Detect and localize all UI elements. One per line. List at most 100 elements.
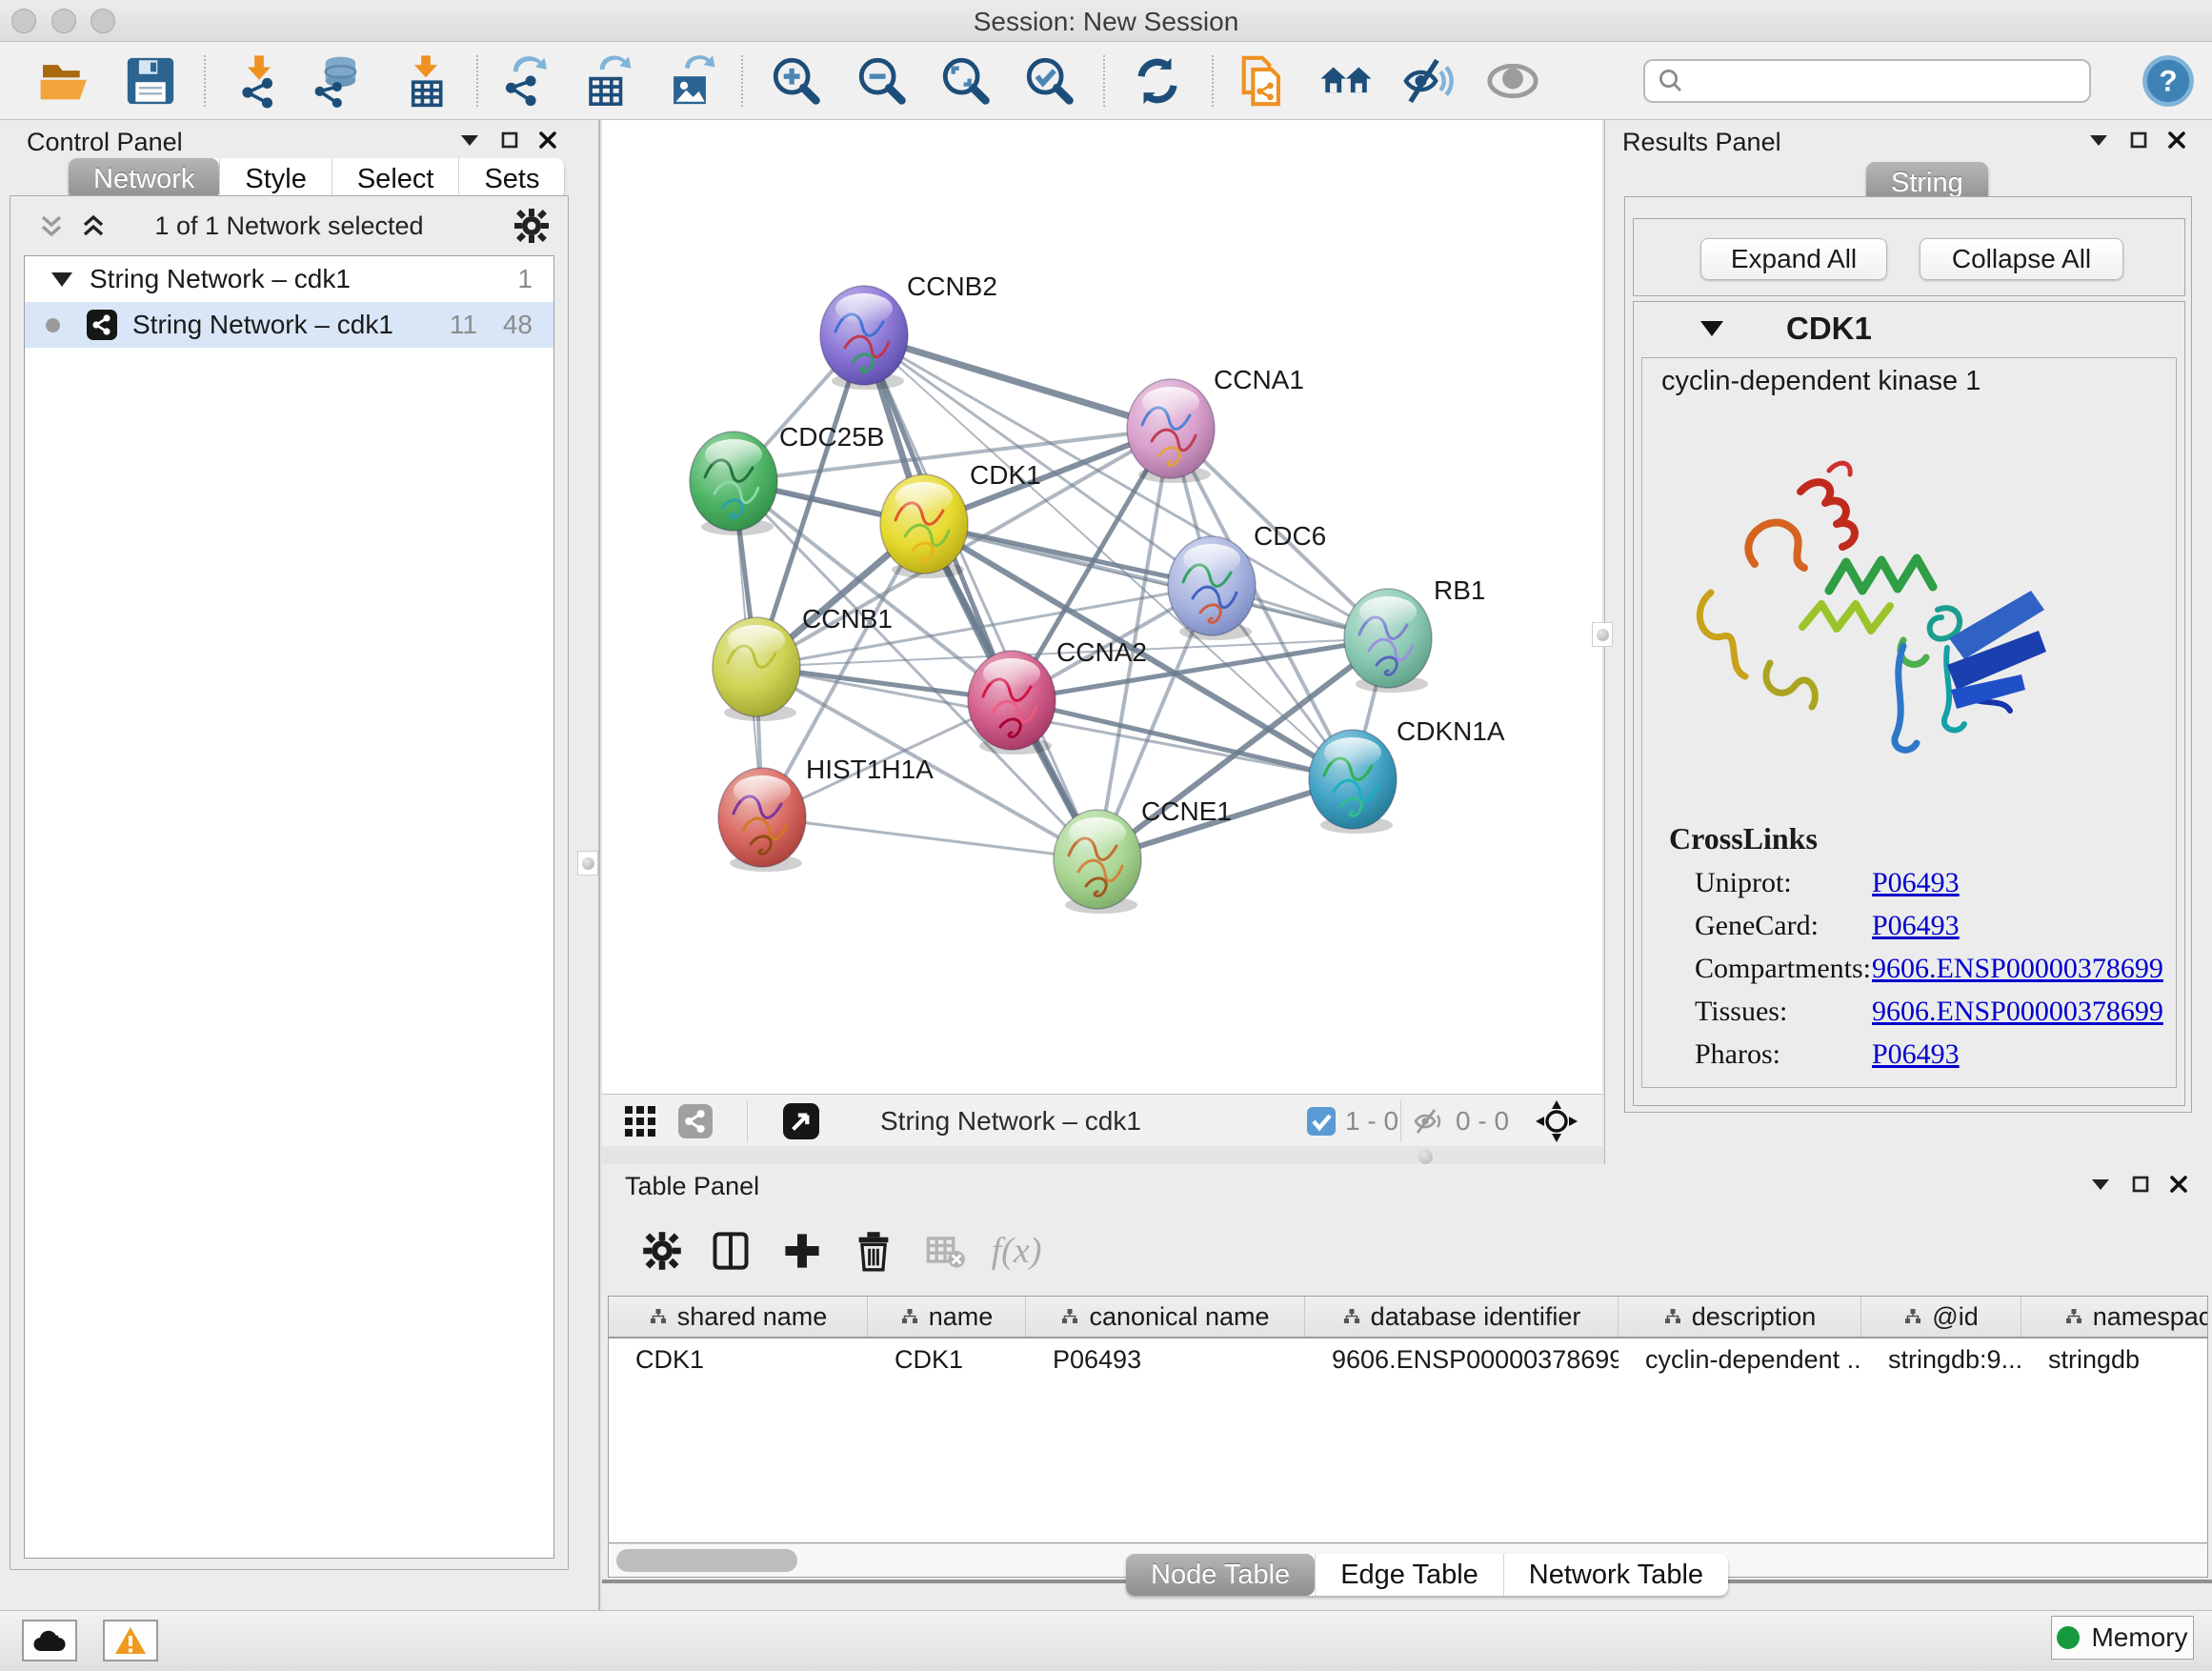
column-header-namespace[interactable]: namespace (2021, 1297, 2208, 1337)
network-row-selected[interactable]: String Network – cdk1 11 48 (25, 302, 553, 348)
tab-network-table[interactable]: Network Table (1503, 1554, 1728, 1596)
crosslink-link[interactable]: 9606.ENSP00000378699 (1872, 953, 2163, 985)
edge-CCNA2-CDKN1A[interactable] (1012, 700, 1353, 779)
hide-unhide-eye-slash-icon[interactable] (1400, 52, 1458, 110)
network-node-CCNE1[interactable] (1054, 810, 1141, 914)
search-input[interactable] (1685, 66, 2066, 97)
table-cell[interactable]: CDK1 (609, 1340, 868, 1379)
open-in-string-icon[interactable] (1234, 52, 1291, 110)
column-header-name[interactable]: name (868, 1297, 1026, 1337)
network-node-HIST1H1A[interactable] (718, 768, 806, 872)
table-cell[interactable]: cyclin-dependent ... (1619, 1340, 1861, 1379)
memory-status-dot-icon (2057, 1626, 2080, 1649)
fit-selected-crosshair-icon[interactable] (1536, 1102, 1578, 1140)
column-header--id[interactable]: @id (1861, 1297, 2021, 1337)
open-session-icon[interactable] (36, 52, 93, 110)
gene-section-header[interactable]: CDK1 (1634, 302, 2184, 355)
tab-edge-table[interactable]: Edge Table (1315, 1554, 1503, 1596)
network-canvas[interactable]: CCNB2CCNA1CDC25BCDK1CDC6RB1CCNB1CCNA2CDK… (602, 120, 1602, 1094)
grid-view-icon[interactable] (623, 1102, 657, 1140)
results-panel-menu-caret-icon[interactable] (2088, 132, 2109, 148)
import-network-database-icon[interactable] (310, 52, 367, 110)
node-label-CDC25B: CDC25B (779, 422, 884, 452)
right-splitter-handle[interactable] (1592, 622, 1613, 647)
edge-CCNE1-HIST1H1A[interactable] (762, 817, 1097, 859)
column-header-canonical-name[interactable]: canonical name (1026, 1297, 1305, 1337)
import-network-file-icon[interactable] (231, 52, 288, 110)
export-table-icon[interactable] (578, 52, 635, 110)
table-cell[interactable]: 9606.ENSP00000378699 (1305, 1340, 1619, 1379)
column-header-shared-name[interactable]: shared name (609, 1297, 868, 1337)
network-node-RB1[interactable] (1344, 589, 1432, 693)
crosslink-link[interactable]: P06493 (1872, 1038, 1960, 1071)
network-node-CCNB2[interactable] (820, 286, 908, 390)
scrollbar-thumb[interactable] (616, 1549, 797, 1572)
network-options-gear-icon[interactable] (513, 207, 551, 245)
results-panel-close-icon[interactable] (2168, 131, 2185, 149)
node-table[interactable]: shared namenamecanonical namedatabase id… (608, 1296, 2208, 1543)
zoom-fit-icon[interactable] (937, 52, 995, 110)
bottom-splitter-handle[interactable] (1418, 1150, 1433, 1164)
network-node-CCNB1[interactable] (713, 617, 800, 721)
control-panel-menu-caret-icon[interactable] (459, 132, 480, 148)
collapse-all-button[interactable]: Collapse All (1920, 238, 2123, 280)
zoom-out-icon[interactable] (854, 52, 911, 110)
show-all-gray-eye-icon[interactable] (1484, 52, 1541, 110)
crosslink-link[interactable]: P06493 (1872, 867, 1960, 899)
zoom-selected-icon[interactable] (1021, 52, 1078, 110)
crosslink-link[interactable]: P06493 (1872, 910, 1960, 942)
tab-sets[interactable]: Sets (458, 158, 564, 200)
help-icon[interactable]: ? (2140, 52, 2197, 110)
birds-eye-view-icon[interactable] (783, 1102, 819, 1140)
show-columns-icon[interactable] (705, 1225, 756, 1277)
results-panel-float-icon[interactable] (2130, 131, 2147, 149)
column-header-description[interactable]: description (1619, 1297, 1861, 1337)
gene-expand-caret-icon[interactable] (1700, 321, 1723, 336)
tab-node-table[interactable]: Node Table (1126, 1554, 1315, 1596)
node-label-CDK1: CDK1 (970, 460, 1041, 490)
crosslink-link[interactable]: 9606.ENSP00000378699 (1872, 996, 2163, 1028)
tab-style[interactable]: Style (219, 158, 331, 200)
delete-column-trash-icon[interactable] (848, 1225, 899, 1277)
table-cell[interactable]: stringdb (2021, 1340, 2208, 1379)
results-panel-title: Results Panel (1622, 128, 1781, 160)
table-panel-float-icon[interactable] (2132, 1176, 2149, 1193)
edge-CCNB2-CCNA1[interactable] (864, 335, 1171, 429)
refresh-icon[interactable] (1129, 52, 1186, 110)
cloud-status-button[interactable] (22, 1620, 77, 1661)
table-cell[interactable]: P06493 (1026, 1340, 1305, 1379)
add-column-plus-icon[interactable] (776, 1225, 828, 1277)
expand-all-button[interactable]: Expand All (1700, 238, 1887, 280)
control-panel-float-icon[interactable] (501, 131, 518, 149)
network-collection-row[interactable]: String Network – cdk1 1 (25, 256, 553, 302)
export-image-icon[interactable] (661, 52, 718, 110)
svg-text:?: ? (2159, 64, 2177, 98)
network-node-CDKN1A[interactable] (1309, 730, 1397, 834)
memory-button[interactable]: Memory (2051, 1616, 2194, 1660)
table-cell[interactable]: CDK1 (868, 1340, 1026, 1379)
cloud-icon (32, 1628, 67, 1653)
selected-checkbox-icon[interactable] (1307, 1107, 1336, 1136)
export-network-icon[interactable] (496, 52, 553, 110)
import-table-file-icon[interactable] (397, 52, 454, 110)
control-panel-close-icon[interactable] (539, 131, 556, 149)
left-splitter-handle[interactable] (577, 851, 598, 876)
network-share-gray-icon[interactable] (678, 1102, 713, 1140)
first-neighbors-houses-icon[interactable] (1317, 52, 1375, 110)
node-table-row[interactable]: CDK1CDK1P064939606.ENSP00000378699cyclin… (609, 1340, 2208, 1379)
string-network-graph[interactable]: CCNB2CCNA1CDC25BCDK1CDC6RB1CCNB1CCNA2CDK… (602, 120, 1602, 1094)
warnings-button[interactable] (103, 1620, 158, 1661)
save-session-icon[interactable] (122, 52, 179, 110)
collection-expand-caret-icon[interactable] (51, 272, 72, 287)
network-node-CDC25B[interactable] (690, 432, 777, 535)
table-cell[interactable]: stringdb:9... (1861, 1340, 2021, 1379)
tab-network[interactable]: Network (69, 158, 219, 200)
toolbar-search-field[interactable] (1643, 59, 2091, 103)
table-panel-close-icon[interactable] (2170, 1176, 2187, 1193)
table-options-gear-icon[interactable] (636, 1225, 688, 1277)
table-panel-menu-caret-icon[interactable] (2090, 1177, 2111, 1192)
column-header-database-identifier[interactable]: database identifier (1305, 1297, 1619, 1337)
zoom-in-icon[interactable] (768, 52, 825, 110)
tab-select[interactable]: Select (332, 158, 459, 200)
network-node-CCNA1[interactable] (1127, 379, 1215, 483)
